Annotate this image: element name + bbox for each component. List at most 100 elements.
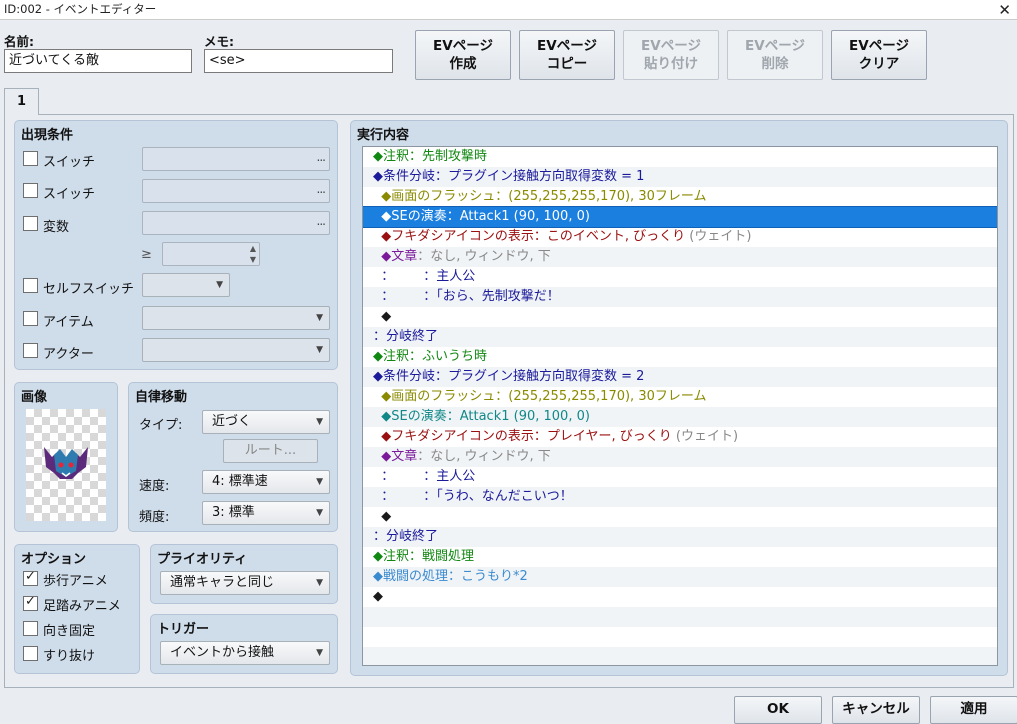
walk-anime-checkbox[interactable] bbox=[23, 569, 38, 586]
command-row[interactable]: ：分岐終了 bbox=[363, 527, 997, 547]
empty-row bbox=[363, 647, 997, 665]
ev-copy-line1: EVページ bbox=[537, 38, 597, 54]
command-text: ◆画面のフラッシュ：(255,255,255,170), 30フレーム bbox=[373, 389, 707, 404]
switch1-dots: ... bbox=[316, 150, 327, 164]
priority-dropdown[interactable]: 通常キャラと同じ ▼ bbox=[160, 571, 330, 595]
chevron-down-icon: ▼ bbox=[316, 648, 323, 658]
command-row[interactable]: ◆SEの演奏：Attack1 (90, 100, 0) bbox=[363, 407, 997, 427]
name-input[interactable]: 近づいてくる敵 bbox=[4, 49, 192, 73]
ev-delete-line1: EVページ bbox=[745, 38, 805, 54]
command-row[interactable]: ◆注釈：先制攻撃時 bbox=[363, 147, 997, 167]
ev-page-copy-button[interactable]: EVページ コピー bbox=[519, 30, 615, 80]
command-suffix: ：なし, ウィンドウ, 下 bbox=[417, 249, 551, 264]
image-title: 画像 bbox=[21, 390, 48, 405]
conditions-group: 出現条件 スイッチ ... スイッチ ... 変数 ... ≥ ▲ ▼ セルフスイ… bbox=[14, 120, 338, 370]
variable-field[interactable]: ... bbox=[142, 211, 330, 235]
variable-label: 変数 bbox=[43, 220, 70, 235]
command-text: ◆SEの演奏：Attack1 (90, 100, 0) bbox=[373, 409, 590, 424]
command-row[interactable]: ◆フキダシアイコンの表示：プレイヤー, びっくり (ウェイト) bbox=[363, 427, 997, 447]
variable-dots: ... bbox=[316, 214, 327, 228]
command-text: ： ：「おら、先制攻撃だ！ bbox=[373, 289, 560, 304]
command-text: ◆文章 bbox=[373, 249, 418, 264]
speed-value: 4: 標準速 bbox=[212, 474, 268, 489]
command-suffix: (ウェイト) bbox=[685, 229, 752, 244]
command-row[interactable]: ◆注釈：ふいうち時 bbox=[363, 347, 997, 367]
item-dropdown[interactable]: ▼ bbox=[142, 306, 330, 330]
switch1-field[interactable]: ... bbox=[142, 147, 330, 171]
variable-value-spinner[interactable]: ▲ ▼ bbox=[162, 242, 260, 266]
actor-dropdown[interactable]: ▼ bbox=[142, 338, 330, 362]
command-row[interactable]: ◆画面のフラッシュ：(255,255,255,170), 30フレーム bbox=[363, 187, 997, 207]
switch1-label: スイッチ bbox=[43, 155, 96, 170]
command-row[interactable]: ◆条件分岐：プラグイン接触方向取得変数 = 2 bbox=[363, 367, 997, 387]
command-row[interactable]: ◆フキダシアイコンの表示：このイベント, びっくり (ウェイト) bbox=[363, 227, 997, 247]
window-title: ID:002 - イベントエディター bbox=[4, 2, 157, 16]
empty-row bbox=[363, 607, 997, 627]
actor-label: アクター bbox=[43, 347, 94, 362]
priority-group: プライオリティ 通常キャラと同じ ▼ bbox=[150, 544, 338, 604]
ev-page-delete-button[interactable]: EVページ 削除 bbox=[727, 30, 823, 80]
command-row[interactable]: ： ：「うわ、なんだこいつ！ bbox=[363, 487, 997, 507]
command-row[interactable]: ◆条件分岐：プラグイン接触方向取得変数 = 1 bbox=[363, 167, 997, 187]
command-row[interactable]: ◆文章：なし, ウィンドウ, 下 bbox=[363, 247, 997, 267]
command-text: ：分岐終了 bbox=[373, 329, 439, 344]
command-row[interactable]: ◆ bbox=[363, 307, 997, 327]
memo-input[interactable]: <se> bbox=[204, 49, 393, 73]
spinner-arrows-icon: ▲ ▼ bbox=[249, 244, 256, 264]
conditions-title: 出現条件 bbox=[21, 128, 74, 143]
direction-fix-checkbox[interactable] bbox=[23, 621, 38, 636]
switch1-checkbox[interactable] bbox=[23, 151, 38, 166]
variable-checkbox[interactable] bbox=[23, 216, 38, 231]
command-row[interactable]: ： ：「おら、先制攻撃だ！ bbox=[363, 287, 997, 307]
chevron-down-icon: ▼ bbox=[216, 280, 223, 290]
ev-clear-line2: クリア bbox=[858, 56, 900, 72]
title-bar: ID:002 - イベントエディター bbox=[0, 0, 1017, 20]
chevron-down-icon: ▼ bbox=[316, 508, 323, 518]
command-row[interactable]: ：分岐終了 bbox=[363, 327, 997, 347]
trigger-dropdown[interactable]: イベントから接触 ▼ bbox=[160, 641, 330, 665]
trigger-value: イベントから接触 bbox=[170, 645, 275, 660]
direction-fix-label: 向き固定 bbox=[43, 624, 96, 639]
contents-title: 実行内容 bbox=[357, 128, 410, 143]
ev-page-create-button[interactable]: EVページ 作成 bbox=[415, 30, 511, 80]
command-suffix: (ウェイト) bbox=[671, 429, 739, 444]
command-row[interactable]: ◆画面のフラッシュ：(255,255,255,170), 30フレーム bbox=[363, 387, 997, 407]
command-text: ◆注釈：ふいうち時 bbox=[373, 349, 487, 364]
command-row[interactable]: ◆文章：なし, ウィンドウ, 下 bbox=[363, 447, 997, 467]
close-icon[interactable]: ✕ bbox=[998, 1, 1011, 19]
step-anime-checkbox[interactable] bbox=[23, 594, 38, 611]
command-row[interactable]: ： ：主人公 bbox=[363, 267, 997, 287]
command-list[interactable]: ◆注釈：先制攻撃時 ◆条件分岐：プラグイン接触方向取得変数 = 1 ◆画面のフラッ… bbox=[362, 146, 998, 666]
command-row[interactable]: ： ：主人公 bbox=[363, 467, 997, 487]
ev-page-paste-button[interactable]: EVページ 貼り付け bbox=[623, 30, 719, 80]
route-button[interactable]: ルート... bbox=[223, 439, 318, 463]
chevron-down-icon: ▼ bbox=[316, 345, 323, 355]
autonomous-movement-group: 自律移動 タイプ: 近づく ▼ ルート... 速度: 4: 標準速 ▼ 頻度: 3:… bbox=[128, 382, 338, 532]
command-text: ◆文章 bbox=[373, 449, 418, 464]
event-image-preview[interactable] bbox=[26, 409, 106, 521]
switch2-checkbox[interactable] bbox=[23, 183, 38, 198]
self-switch-dropdown[interactable]: ▼ bbox=[142, 273, 230, 297]
item-label: アイテム bbox=[43, 315, 94, 330]
type-value: 近づく bbox=[212, 414, 252, 429]
command-row[interactable]: ◆ bbox=[363, 587, 997, 607]
options-title: オプション bbox=[21, 552, 87, 567]
command-text: ◆SEの演奏：Attack1 (90, 100, 0) bbox=[373, 209, 590, 224]
name-label: 名前: bbox=[4, 34, 34, 49]
frequency-dropdown[interactable]: 3: 標準 ▼ bbox=[202, 501, 330, 525]
chevron-down-icon: ▼ bbox=[316, 578, 323, 588]
command-row[interactable]: ◆戦闘の処理：こうもり*2 bbox=[363, 567, 997, 587]
ev-page-clear-button[interactable]: EVページ クリア bbox=[831, 30, 927, 80]
command-row[interactable]: ◆注釈：戦闘処理 bbox=[363, 547, 997, 567]
actor-checkbox[interactable] bbox=[23, 343, 38, 358]
type-label: タイプ: bbox=[139, 418, 183, 433]
switch2-field[interactable]: ... bbox=[142, 179, 330, 203]
command-row[interactable]: ◆ bbox=[363, 507, 997, 527]
command-row[interactable]: ◆SEの演奏：Attack1 (90, 100, 0) bbox=[363, 206, 997, 228]
speed-dropdown[interactable]: 4: 標準速 ▼ bbox=[202, 470, 330, 494]
through-checkbox[interactable] bbox=[23, 646, 38, 661]
tab-page-1[interactable]: 1 bbox=[4, 88, 39, 115]
type-dropdown[interactable]: 近づく ▼ bbox=[202, 410, 330, 434]
item-checkbox[interactable] bbox=[23, 311, 38, 326]
self-switch-checkbox[interactable] bbox=[23, 278, 38, 293]
